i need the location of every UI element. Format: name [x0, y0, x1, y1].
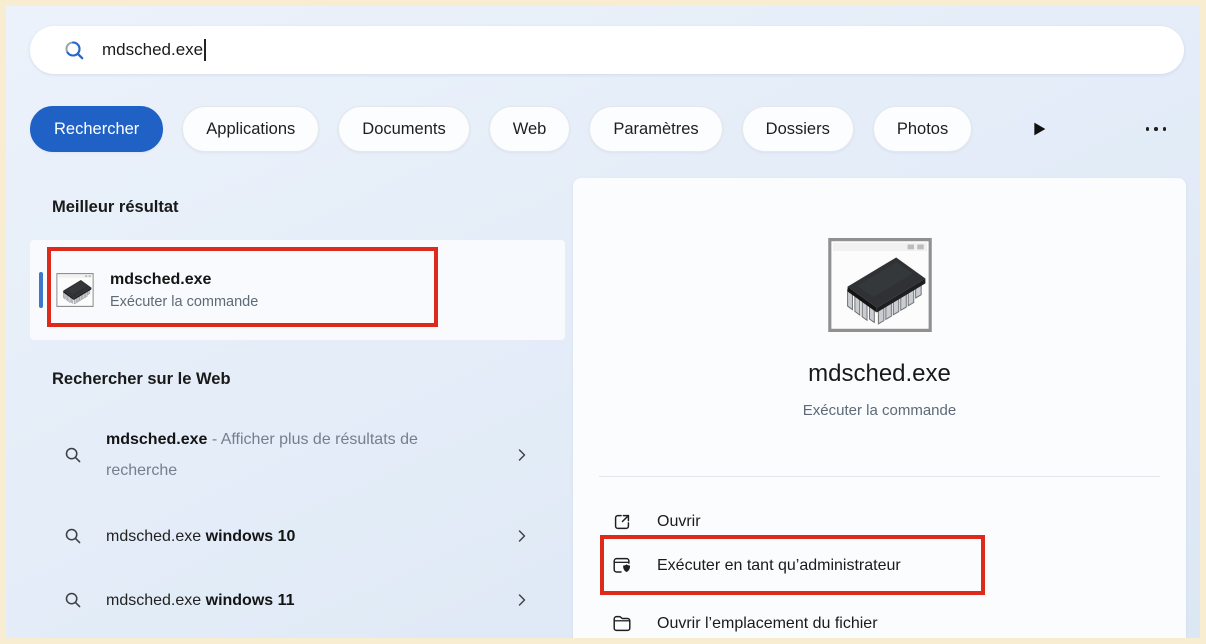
- selection-accent-bar: [39, 272, 43, 308]
- open-external-icon: [611, 511, 633, 533]
- suggestion-text: mdsched.exe windows 11: [106, 585, 295, 616]
- search-input[interactable]: mdsched.exe: [102, 39, 206, 61]
- tab-dossiers[interactable]: Dossiers: [742, 106, 854, 152]
- search-input-value: mdsched.exe: [102, 40, 203, 60]
- screenshot-frame: mdsched.exe Rechercher Applications Docu…: [0, 0, 1206, 644]
- results-column: Meilleur résultat mdsched.exe Exécuter l…: [30, 178, 571, 638]
- suggestion-text: mdsched.exe windows 10: [106, 521, 295, 552]
- web-suggestion-more-results[interactable]: mdsched.exe - Afficher plus de résultats…: [30, 418, 565, 492]
- preview-pane: mdsched.exe Exécuter la commande Ouvrir: [573, 178, 1186, 638]
- preview-subtitle: Exécuter la commande: [573, 402, 1186, 419]
- chevron-right-icon[interactable]: [512, 445, 532, 465]
- tab-photos[interactable]: Photos: [873, 106, 972, 152]
- preview-title: mdsched.exe: [573, 360, 1186, 388]
- search-icon: [62, 38, 86, 62]
- play-icon[interactable]: [1027, 118, 1049, 140]
- best-match-result[interactable]: mdsched.exe Exécuter la commande: [30, 240, 565, 340]
- tab-rechercher[interactable]: Rechercher: [30, 106, 163, 152]
- tab-parametres[interactable]: Paramètres: [589, 106, 722, 152]
- web-suggestion-windows-10[interactable]: mdsched.exe windows 10: [30, 514, 565, 558]
- filter-tabs: Rechercher Applications Documents Web Pa…: [30, 106, 1178, 152]
- divider: [599, 476, 1160, 477]
- windows-search-flyout: mdsched.exe Rechercher Applications Docu…: [6, 6, 1200, 638]
- folder-icon: [611, 613, 633, 635]
- result-subtitle: Exécuter la commande: [110, 294, 258, 310]
- tab-web[interactable]: Web: [489, 106, 571, 152]
- memory-chip-icon: [56, 273, 94, 307]
- search-icon: [62, 525, 84, 547]
- suggestion-text: mdsched.exe - Afficher plus de résultats…: [106, 424, 426, 486]
- action-open-file-location[interactable]: Ouvrir l’emplacement du fichier: [573, 604, 1186, 638]
- search-bar[interactable]: mdsched.exe: [30, 26, 1184, 74]
- result-title: mdsched.exe: [110, 271, 258, 289]
- chevron-right-icon[interactable]: [512, 590, 532, 610]
- action-run-as-admin[interactable]: Exécuter en tant qu’administrateur: [573, 546, 1186, 586]
- action-label: Ouvrir l’emplacement du fichier: [657, 615, 878, 633]
- action-label: Exécuter en tant qu’administrateur: [657, 557, 901, 575]
- action-label: Ouvrir: [657, 513, 701, 531]
- web-search-heading: Rechercher sur le Web: [52, 370, 231, 389]
- web-suggestion-windows-11[interactable]: mdsched.exe windows 11: [30, 578, 565, 622]
- run-as-admin-shield-icon: [611, 555, 633, 577]
- chevron-right-icon[interactable]: [512, 526, 532, 546]
- ellipsis-icon[interactable]: [1142, 119, 1171, 139]
- memory-chip-icon-large: [828, 238, 932, 337]
- search-icon: [62, 444, 84, 466]
- tab-applications[interactable]: Applications: [182, 106, 319, 152]
- search-icon: [62, 589, 84, 611]
- action-open[interactable]: Ouvrir: [573, 502, 1186, 542]
- tab-documents[interactable]: Documents: [338, 106, 469, 152]
- best-match-heading: Meilleur résultat: [52, 198, 179, 217]
- text-caret: [204, 39, 206, 61]
